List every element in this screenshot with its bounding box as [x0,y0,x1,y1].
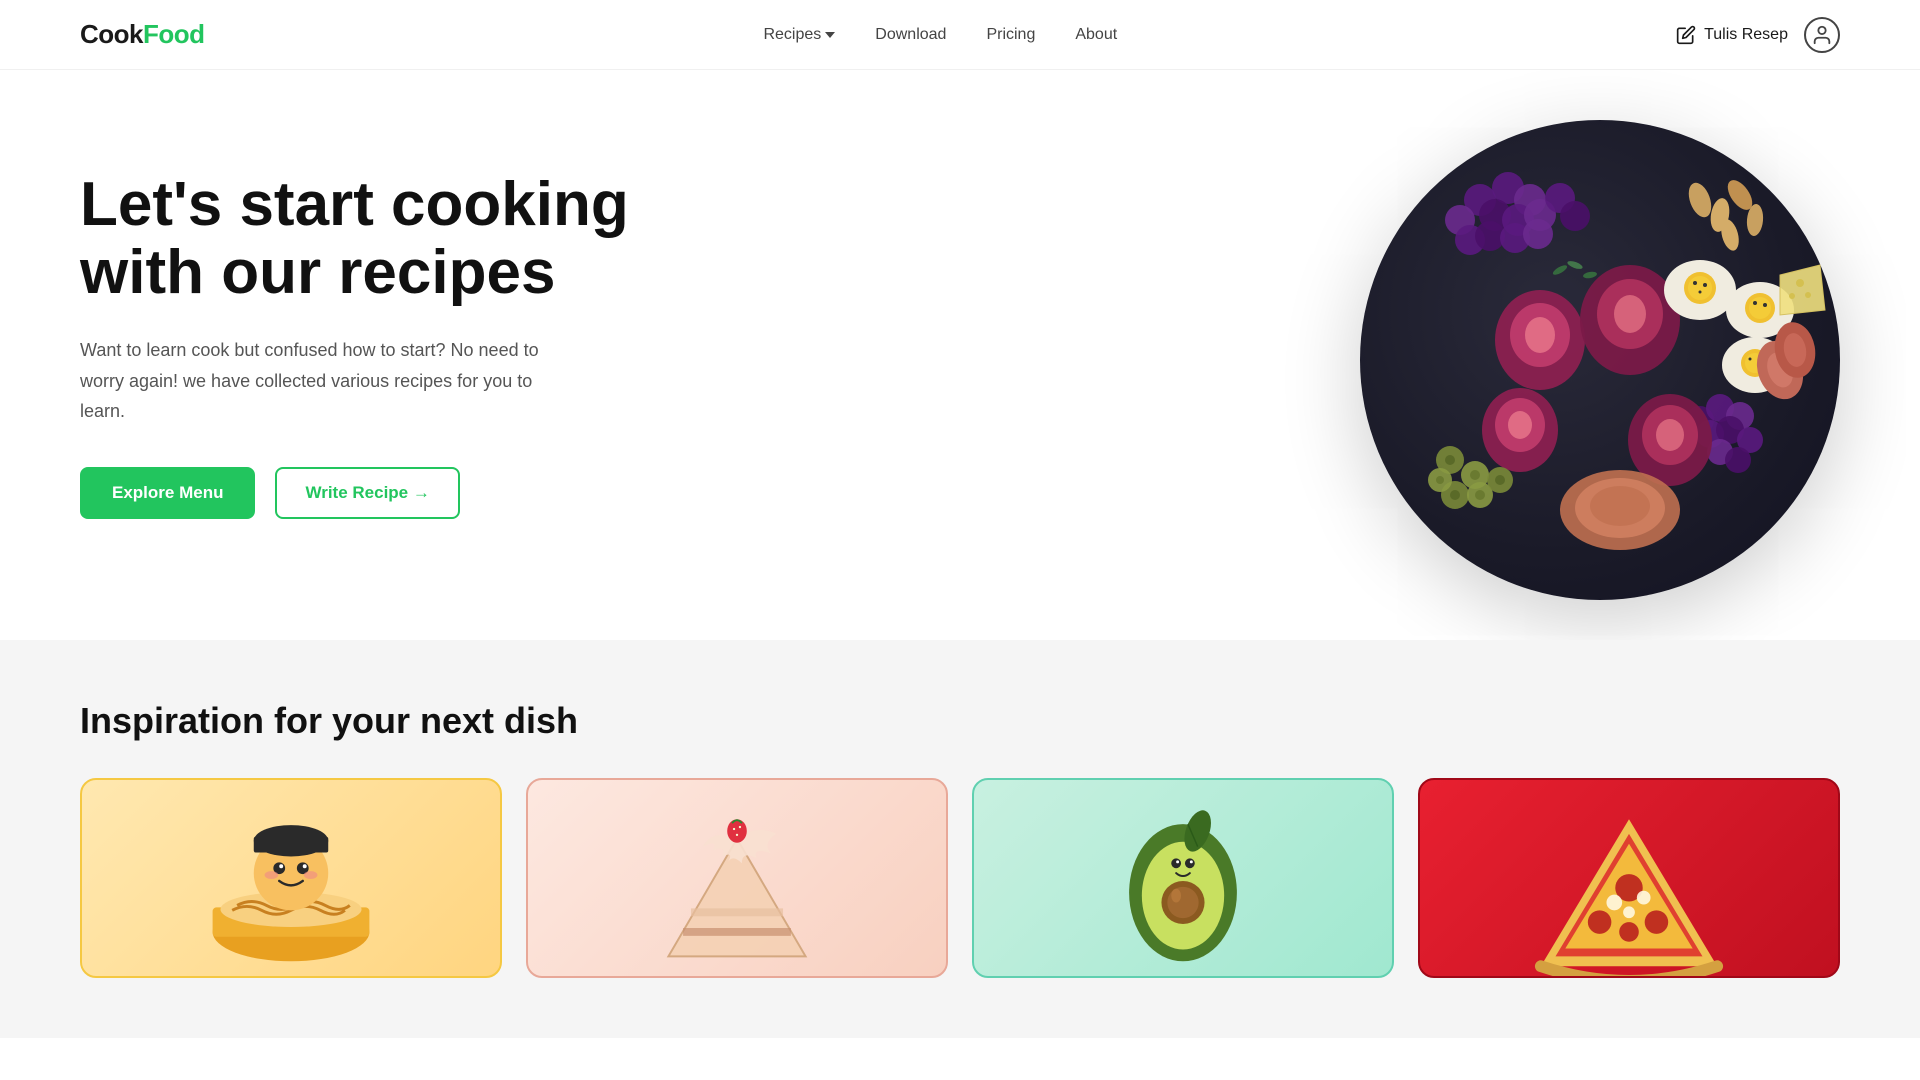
chevron-down-icon [825,32,835,38]
hero-buttons: Explore Menu Write Recipe → [80,467,640,519]
card-2-image [528,780,946,976]
nav-item-download[interactable]: Download [875,26,946,44]
nav-links: Recipes Download Pricing About [763,26,1117,44]
user-avatar-button[interactable] [1804,17,1840,53]
nav-link-about[interactable]: About [1075,26,1117,43]
write-recipe-button[interactable]: Write Recipe → [275,467,459,519]
card-1-image [82,780,500,976]
navbar: CookFood Recipes Download Pricing About … [0,0,1920,70]
hero-section: Let's start cooking with our recipes Wan… [0,70,1920,640]
card-3-image [974,780,1392,976]
hero-food-image [1360,120,1860,620]
recipe-card-4[interactable] [1418,778,1840,978]
logo[interactable]: CookFood [80,19,205,50]
inspiration-title: Inspiration for your next dish [80,700,1840,742]
recipe-cards-row [80,778,1840,978]
user-icon [1811,24,1833,46]
inspiration-section: Inspiration for your next dish [0,640,1920,1038]
recipe-card-3[interactable] [972,778,1394,978]
nav-item-recipes[interactable]: Recipes [763,26,835,44]
food-plate [1360,120,1840,600]
edit-icon [1676,25,1696,45]
recipe-card-1[interactable] [80,778,502,978]
plate-svg [1360,120,1840,600]
hero-text: Let's start cooking with our recipes Wan… [80,171,640,519]
card-4-image [1420,780,1838,976]
nav-item-pricing[interactable]: Pricing [986,26,1035,44]
explore-menu-button[interactable]: Explore Menu [80,467,255,519]
logo-cook: Cook [80,19,143,49]
nav-item-about[interactable]: About [1075,26,1117,44]
tulis-resep-button[interactable]: Tulis Resep [1676,25,1788,45]
hero-description: Want to learn cook but confused how to s… [80,335,580,427]
nav-right: Tulis Resep [1676,17,1840,53]
nav-link-recipes[interactable]: Recipes [763,26,835,44]
hero-title: Let's start cooking with our recipes [80,171,640,307]
nav-link-download[interactable]: Download [875,26,946,43]
nav-link-pricing[interactable]: Pricing [986,26,1035,43]
recipe-card-2[interactable] [526,778,948,978]
logo-food: Food [143,19,205,49]
